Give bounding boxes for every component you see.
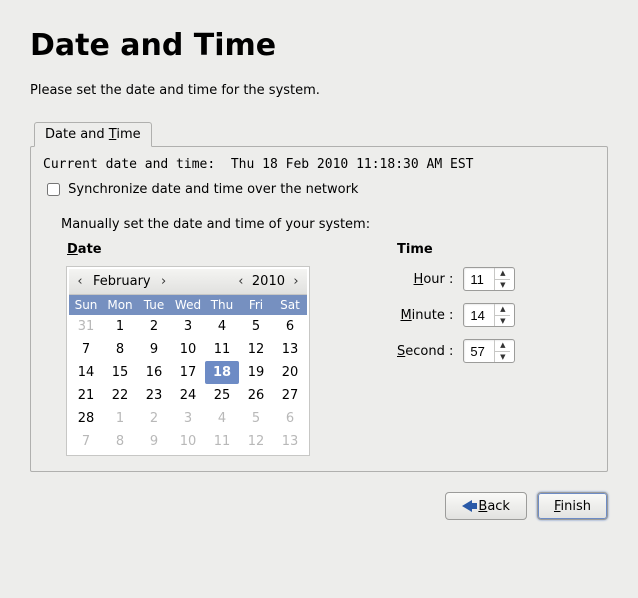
calendar-day[interactable]: 10 (171, 338, 205, 361)
calendar-month[interactable]: February (87, 274, 157, 289)
calendar-day[interactable]: 13 (273, 338, 307, 361)
calendar-day[interactable]: 27 (273, 384, 307, 407)
year-prev-icon[interactable]: ‹ (234, 274, 248, 289)
month-next-icon[interactable]: › (157, 274, 171, 289)
calendar-day[interactable]: 14 (69, 361, 103, 384)
minute-input[interactable] (464, 304, 494, 326)
calendar-dayname: Sun (69, 295, 103, 315)
tab-date-and-time[interactable]: Date and Time (34, 122, 152, 147)
calendar-day-other[interactable]: 13 (273, 430, 307, 453)
hour-down-icon[interactable]: ▼ (495, 280, 510, 291)
minute-spinner[interactable]: ▲ ▼ (463, 303, 515, 327)
calendar-day-other[interactable]: 1 (103, 407, 137, 430)
calendar-day-other[interactable]: 8 (103, 430, 137, 453)
second-label: Second : (397, 344, 453, 359)
calendar-day-other[interactable]: 12 (239, 430, 273, 453)
calendar-day[interactable]: 2 (137, 315, 171, 338)
calendar-day-other[interactable]: 5 (239, 407, 273, 430)
calendar-day[interactable]: 19 (239, 361, 273, 384)
calendar-row: 31123456 (69, 315, 307, 338)
sync-checkbox-label[interactable]: Synchronize date and time over the netwo… (43, 182, 358, 197)
second-spinner[interactable]: ▲ ▼ (463, 339, 515, 363)
current-datetime: Current date and time: Thu 18 Feb 2010 1… (43, 157, 595, 172)
calendar-day[interactable]: 23 (137, 384, 171, 407)
sync-label-text: Synchronize date and time over the netwo… (68, 182, 358, 197)
calendar-day-other[interactable]: 2 (137, 407, 171, 430)
minute-label: Minute : (400, 308, 453, 323)
calendar-dayname: Wed (171, 295, 205, 315)
calendar-dayname: Fri (239, 295, 273, 315)
minute-down-icon[interactable]: ▼ (495, 316, 510, 327)
calendar-day[interactable]: 18 (205, 361, 239, 384)
calendar-day[interactable]: 3 (171, 315, 205, 338)
calendar-day[interactable]: 22 (103, 384, 137, 407)
page-title: Date and Time (30, 28, 608, 63)
minute-up-icon[interactable]: ▲ (495, 304, 510, 316)
calendar-dayname: Sat (273, 295, 307, 315)
calendar-day[interactable]: 16 (137, 361, 171, 384)
time-section-title: Time (397, 242, 515, 257)
calendar-day[interactable]: 24 (171, 384, 205, 407)
manual-set-label: Manually set the date and time of your s… (61, 217, 595, 232)
calendar-header: ‹ February › ‹ 2010 › (69, 269, 307, 295)
second-input[interactable] (464, 340, 494, 362)
calendar-day-other[interactable]: 6 (273, 407, 307, 430)
hour-label: Hour : (414, 272, 454, 287)
page-subtitle: Please set the date and time for the sys… (30, 83, 608, 98)
calendar-daynames: SunMonTueWedThuFriSat (69, 295, 307, 315)
calendar-row: 28123456 (69, 407, 307, 430)
calendar-day-other[interactable]: 9 (137, 430, 171, 453)
finish-button[interactable]: Finish (537, 492, 608, 520)
calendar-year[interactable]: 2010 (248, 274, 289, 289)
calendar-row: 78910111213 (69, 430, 307, 453)
calendar-day[interactable]: 4 (205, 315, 239, 338)
calendar-day[interactable]: 6 (273, 315, 307, 338)
month-prev-icon[interactable]: ‹ (73, 274, 87, 289)
calendar-day-other[interactable]: 31 (69, 315, 103, 338)
calendar-day[interactable]: 20 (273, 361, 307, 384)
calendar-day[interactable]: 26 (239, 384, 273, 407)
calendar-day[interactable]: 7 (69, 338, 103, 361)
calendar-day-other[interactable]: 7 (69, 430, 103, 453)
calendar-row: 21222324252627 (69, 384, 307, 407)
calendar-day[interactable]: 25 (205, 384, 239, 407)
calendar-dayname: Tue (137, 295, 171, 315)
calendar-row: 14151617181920 (69, 361, 307, 384)
back-arrow-icon (462, 500, 472, 512)
calendar-day[interactable]: 8 (103, 338, 137, 361)
sync-checkbox[interactable] (47, 183, 60, 196)
second-up-icon[interactable]: ▲ (495, 340, 510, 352)
calendar-day[interactable]: 9 (137, 338, 171, 361)
calendar-row: 78910111213 (69, 338, 307, 361)
calendar-day[interactable]: 28 (69, 407, 103, 430)
calendar-day[interactable]: 12 (239, 338, 273, 361)
calendar-day[interactable]: 1 (103, 315, 137, 338)
calendar-day[interactable]: 11 (205, 338, 239, 361)
hour-input[interactable] (464, 268, 494, 290)
calendar-day[interactable]: 21 (69, 384, 103, 407)
calendar: ‹ February › ‹ 2010 › SunMonTueWedThuFri… (67, 267, 309, 455)
calendar-day[interactable]: 5 (239, 315, 273, 338)
hour-up-icon[interactable]: ▲ (495, 268, 510, 280)
sync-row: Synchronize date and time over the netwo… (43, 180, 595, 199)
calendar-day-other[interactable]: 11 (205, 430, 239, 453)
hour-spinner[interactable]: ▲ ▼ (463, 267, 515, 291)
calendar-day-other[interactable]: 4 (205, 407, 239, 430)
calendar-grid: 3112345678910111213141516171819202122232… (69, 315, 307, 453)
calendar-day[interactable]: 17 (171, 361, 205, 384)
back-button[interactable]: Back (445, 492, 527, 520)
tab-content: Current date and time: Thu 18 Feb 2010 1… (30, 146, 608, 472)
calendar-day-other[interactable]: 3 (171, 407, 205, 430)
second-down-icon[interactable]: ▼ (495, 352, 510, 363)
calendar-dayname: Mon (103, 295, 137, 315)
calendar-dayname: Thu (205, 295, 239, 315)
date-section-title: Date (67, 242, 357, 257)
calendar-day-other[interactable]: 10 (171, 430, 205, 453)
calendar-day[interactable]: 15 (103, 361, 137, 384)
year-next-icon[interactable]: › (289, 274, 303, 289)
